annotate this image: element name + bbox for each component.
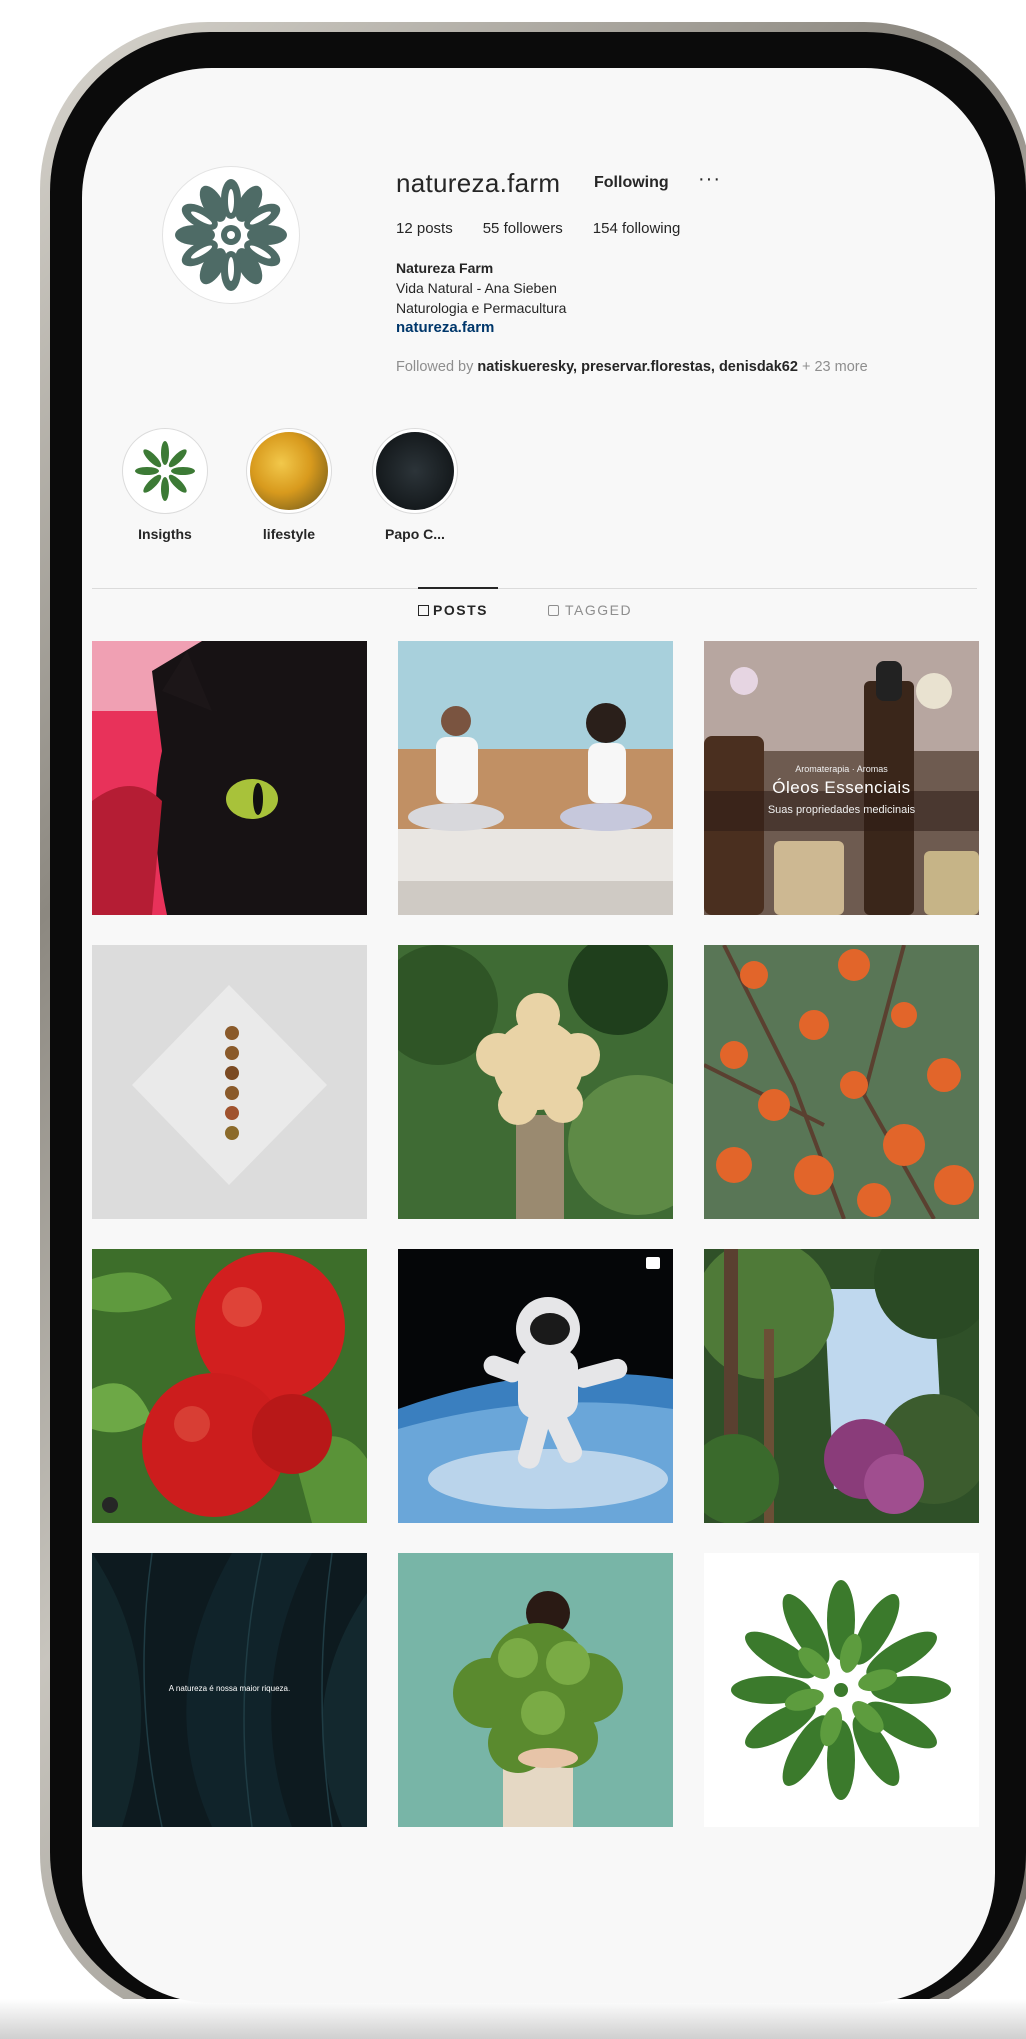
palm-flower-photo xyxy=(398,945,673,1219)
post-persimmons[interactable] xyxy=(704,945,979,1219)
highlight-lifestyle[interactable]: lifestyle xyxy=(234,428,344,542)
cat-photo xyxy=(92,641,367,915)
followers-count[interactable]: 55 followers xyxy=(483,220,563,237)
post-meditation[interactable] xyxy=(398,641,673,915)
forest-canopy-photo xyxy=(704,1249,979,1523)
followed-by-names[interactable]: natiskueresky, preservar.florestas, deni… xyxy=(477,359,798,375)
tab-tagged[interactable]: TAGGED xyxy=(548,602,632,618)
tab-tagged-label: TAGGED xyxy=(565,602,633,618)
oils-caption: Suas propriedades medicinais xyxy=(767,804,916,816)
seeds-fabric-photo xyxy=(92,945,367,1219)
active-tab-indicator xyxy=(418,587,498,589)
floor-shadow xyxy=(0,1999,1026,2039)
followed-by[interactable]: Followed by natiskueresky, preservar.flo… xyxy=(396,359,966,375)
post-astronaut[interactable] xyxy=(398,1249,673,1523)
grid-icon xyxy=(418,605,429,616)
leaf-mandala-icon xyxy=(135,441,195,501)
bio-link[interactable]: natureza.farm xyxy=(396,318,566,338)
tab-posts-label: POSTS xyxy=(433,602,488,618)
profile-bio: Natureza Farm Vida Natural - Ana Sieben … xyxy=(396,258,566,338)
post-forest-sky[interactable] xyxy=(704,1249,979,1523)
meditation-photo xyxy=(398,641,673,915)
herb-bouquet-photo xyxy=(398,1553,673,1827)
following-count[interactable]: 154 following xyxy=(593,220,681,237)
highlight-insights[interactable]: Insigths xyxy=(110,428,220,542)
more-options-icon[interactable]: ··· xyxy=(698,168,721,191)
post-palm-flower[interactable] xyxy=(398,945,673,1219)
astronaut-photo xyxy=(398,1249,673,1523)
persimmon-tree-photo xyxy=(704,945,979,1219)
post-cat[interactable] xyxy=(92,641,367,915)
highlight-ring xyxy=(372,428,458,514)
phone-screen: natureza.farm Following ··· 12 posts 55 … xyxy=(82,68,995,2003)
highlight-label: lifestyle xyxy=(262,526,316,542)
following-button[interactable]: Following xyxy=(594,174,669,192)
oils-subtitle: Aromaterapia · Aromas xyxy=(795,764,888,774)
mandala-logo-icon xyxy=(175,179,287,291)
post-essential-oils[interactable]: Aromaterapia · Aromas Óleos Essenciais S… xyxy=(704,641,979,915)
oils-title: Óleos Essenciais xyxy=(772,778,911,797)
post-herb-bouquet[interactable] xyxy=(398,1553,673,1827)
post-leaf-mandala[interactable] xyxy=(704,1553,979,1827)
bio-name: Natureza Farm xyxy=(396,260,494,276)
post-dark-leaves[interactable]: A natureza é nossa maior riqueza. xyxy=(92,1553,367,1827)
highlight-label: Insigths xyxy=(138,526,192,542)
tomatoes-photo xyxy=(92,1249,367,1523)
highlight-cover xyxy=(126,432,204,510)
profile-stats: 12 posts 55 followers 154 following xyxy=(396,220,680,237)
leaves-caption: A natureza é nossa maior riqueza. xyxy=(168,1684,291,1693)
highlight-cover xyxy=(376,432,454,510)
tag-icon xyxy=(548,605,559,616)
tab-posts[interactable]: POSTS xyxy=(418,602,488,618)
highlight-ring xyxy=(122,428,208,514)
tabs-divider xyxy=(92,588,977,589)
highlight-cover xyxy=(250,432,328,510)
bio-line: Vida Natural - Ana Sieben xyxy=(396,280,557,296)
highlight-label: Papo C... xyxy=(385,526,445,542)
profile-username: natureza.farm xyxy=(396,168,561,198)
posts-count: 12 posts xyxy=(396,220,453,237)
post-tomatoes[interactable] xyxy=(92,1249,367,1523)
highlight-papo[interactable]: Papo C... xyxy=(360,428,470,542)
followed-by-prefix: Followed by xyxy=(396,359,478,375)
followed-by-more[interactable]: + 23 more xyxy=(798,359,868,375)
post-seeds-fabric[interactable] xyxy=(92,945,367,1219)
video-icon xyxy=(646,1257,660,1269)
profile-avatar[interactable] xyxy=(162,166,300,304)
highlight-ring xyxy=(246,428,332,514)
bio-line: Naturologia e Permacultura xyxy=(396,300,567,316)
leaf-mandala-photo xyxy=(704,1553,979,1827)
